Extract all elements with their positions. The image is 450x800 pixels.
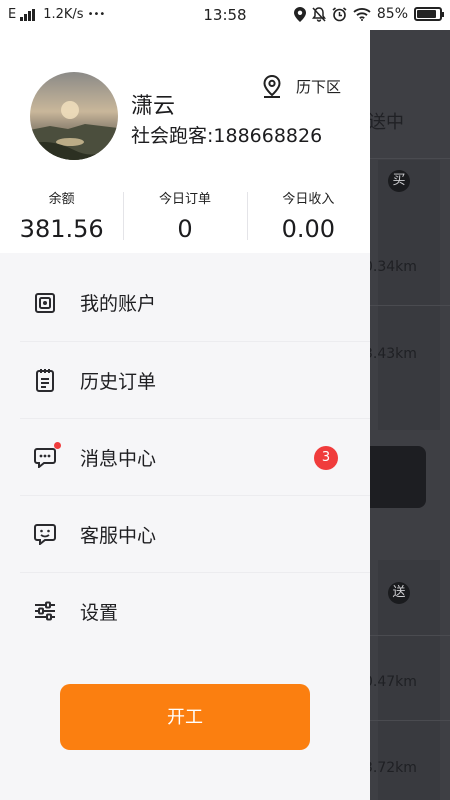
drawer-menu: 我的账户 历史订单 消息中心 3 客服中心 设置 bbox=[0, 264, 370, 649]
side-drawer: 潇云 社会跑客:188668826 历下区 余额 381.56 今日订单 0 今… bbox=[0, 30, 370, 800]
menu-item-order-history[interactable]: 历史订单 bbox=[20, 341, 370, 418]
menu-item-label: 设置 bbox=[80, 601, 119, 624]
location-pin-icon bbox=[263, 74, 281, 98]
divider bbox=[370, 635, 450, 636]
buy-badge: 买 bbox=[388, 170, 410, 192]
clipboard-icon bbox=[32, 367, 58, 393]
stat-today-income[interactable]: 今日收入 0.00 bbox=[246, 188, 370, 244]
account-safe-icon bbox=[32, 290, 58, 316]
menu-item-settings[interactable]: 设置 bbox=[20, 572, 370, 649]
battery-percent: 85% bbox=[376, 6, 408, 22]
location-label: 历下区 bbox=[296, 77, 342, 96]
avatar[interactable] bbox=[30, 72, 118, 160]
unread-dot bbox=[54, 442, 61, 449]
start-work-button[interactable]: 开工 bbox=[60, 684, 310, 750]
stat-value: 0.00 bbox=[281, 215, 336, 243]
message-icon bbox=[32, 442, 61, 470]
distance-label: 3.72km bbox=[370, 760, 417, 776]
user-name: 潇云 bbox=[131, 94, 176, 119]
sliders-icon bbox=[32, 598, 58, 624]
service-icon bbox=[32, 521, 58, 547]
stat-balance[interactable]: 余额 381.56 bbox=[0, 188, 123, 244]
divider bbox=[370, 305, 450, 306]
status-bar: E 1.2K/s ••• 13:58 85% bbox=[0, 0, 450, 30]
wifi-icon bbox=[353, 8, 371, 21]
stat-value: 0 bbox=[177, 215, 193, 243]
menu-item-customer-service[interactable]: 客服中心 bbox=[20, 495, 370, 572]
stat-today-orders[interactable]: 今日订单 0 bbox=[123, 188, 246, 244]
stat-label: 今日收入 bbox=[282, 192, 335, 207]
battery-icon bbox=[414, 7, 444, 21]
divider bbox=[370, 158, 450, 159]
avatar-image bbox=[30, 72, 118, 160]
background-action-button bbox=[370, 446, 426, 508]
status-right: 85% bbox=[293, 6, 444, 22]
menu-item-label: 我的账户 bbox=[80, 293, 157, 315]
send-badge: 送 bbox=[388, 582, 410, 604]
distance-label: 3.43km bbox=[370, 346, 417, 362]
background-app[interactable]: 送中 买 0.34km 3.43km 送 0.47km 3.72km bbox=[370, 30, 450, 800]
background-tab-label: 送中 bbox=[370, 112, 404, 133]
alarm-icon bbox=[332, 6, 347, 21]
menu-item-label: 历史订单 bbox=[80, 370, 157, 393]
profile-header: 潇云 社会跑客:188668826 历下区 余额 381.56 今日订单 0 今… bbox=[0, 30, 370, 253]
unread-count-badge: 3 bbox=[314, 446, 338, 470]
divider bbox=[370, 720, 450, 721]
mute-bell-icon bbox=[311, 6, 326, 22]
menu-item-messages[interactable]: 消息中心 3 bbox=[20, 418, 370, 495]
stats-row: 余额 381.56 今日订单 0 今日收入 0.00 bbox=[0, 188, 370, 244]
distance-label: 0.34km bbox=[370, 259, 417, 275]
user-id: 社会跑客:188668826 bbox=[131, 125, 323, 147]
location-pin-icon bbox=[293, 6, 306, 22]
stat-value: 381.56 bbox=[19, 215, 104, 243]
stat-label: 余额 bbox=[48, 192, 75, 207]
menu-item-label: 客服中心 bbox=[80, 524, 157, 547]
menu-item-account[interactable]: 我的账户 bbox=[0, 264, 370, 341]
stat-label: 今日订单 bbox=[158, 192, 211, 207]
location-selector[interactable]: 历下区 bbox=[262, 74, 341, 98]
distance-label: 0.47km bbox=[370, 674, 417, 690]
menu-item-label: 消息中心 bbox=[80, 447, 157, 470]
background-card bbox=[378, 160, 440, 430]
